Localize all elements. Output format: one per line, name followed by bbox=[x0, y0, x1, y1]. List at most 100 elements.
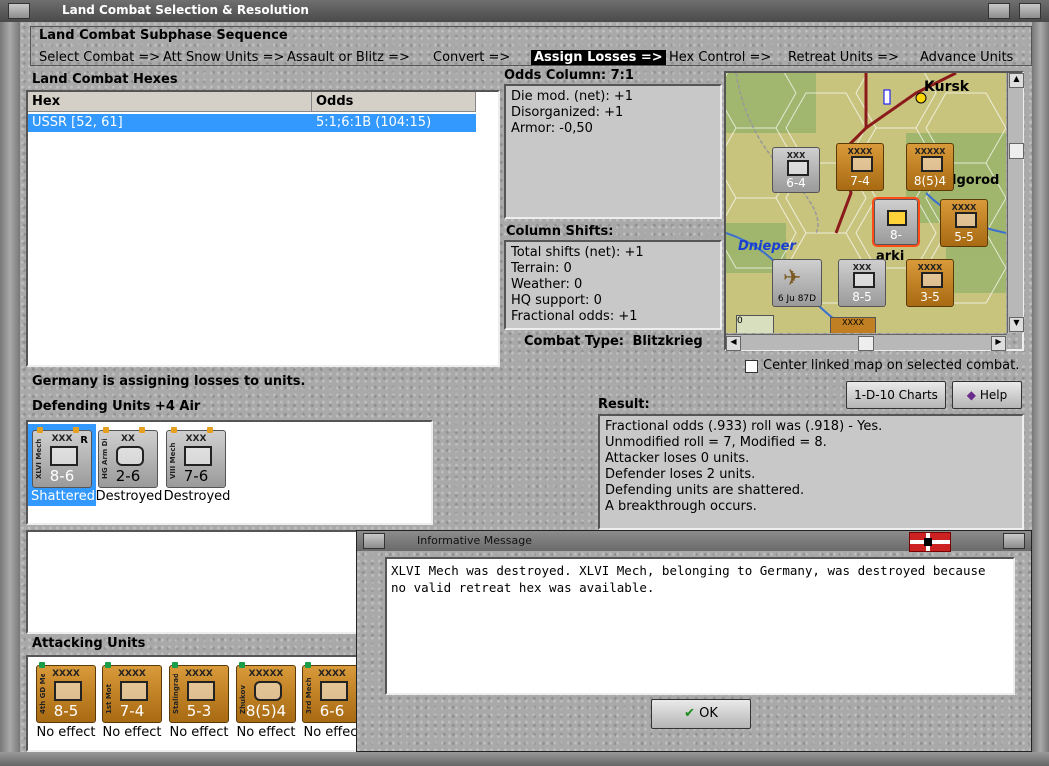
close-icon[interactable] bbox=[1019, 3, 1041, 19]
map-counter[interactable]: XXX 8-5 bbox=[838, 259, 886, 307]
step-retreat-units[interactable]: Retreat Units => bbox=[788, 50, 899, 65]
defending-heading: Defending Units +4 Air bbox=[32, 399, 201, 414]
scroll-thumb[interactable] bbox=[858, 336, 874, 351]
odds-lines: Die mod. (net): +1 Disorganized: +1 Armo… bbox=[511, 89, 633, 137]
mech-symbol-icon bbox=[50, 446, 78, 466]
combat-type: Combat Type: Blitzkrieg bbox=[524, 334, 703, 349]
map-counter[interactable]: XXX 6-4 bbox=[772, 147, 820, 193]
mech-symbol-icon bbox=[851, 156, 873, 172]
map-counter-selected[interactable]: 8- bbox=[872, 197, 920, 247]
hex-cell: USSR [52, 61] bbox=[32, 115, 123, 130]
shift-line: Terrain: 0 bbox=[511, 261, 572, 276]
hexes-list[interactable]: Hex Odds USSR [52, 61] 5:1;6:1B (104:15) bbox=[26, 90, 500, 367]
help-book-icon: ◆ bbox=[966, 388, 977, 402]
map-vertical-scrollbar[interactable]: ▲ ▼ bbox=[1007, 73, 1024, 333]
bottom-frame bbox=[0, 752, 1049, 766]
shift-lines: Total shifts (net): +1 Terrain: 0 Weathe… bbox=[511, 245, 644, 325]
step-hex-control[interactable]: Hex Control => bbox=[669, 50, 771, 65]
map-stack-corner[interactable]: XXXX bbox=[830, 317, 876, 333]
column-header-odds[interactable]: Odds bbox=[312, 92, 476, 112]
shift-line: Total shifts (net): +1 bbox=[511, 245, 644, 260]
window-titlebar[interactable]: Land Combat Selection & Resolution bbox=[0, 0, 1049, 23]
attacking-units-panel[interactable]: XXXX 4th GD Mech 8-5 No effect XXXX 1st … bbox=[26, 655, 360, 752]
shift-line: Weather: 0 bbox=[511, 277, 583, 292]
scroll-left-icon[interactable]: ◀ bbox=[726, 336, 741, 351]
infantry-symbol-icon bbox=[787, 160, 809, 176]
map-label-dnieper: Dnieper bbox=[738, 239, 796, 254]
dialog-close-icon[interactable] bbox=[1003, 533, 1025, 549]
odds-cell: 5:1;6:1B (104:15) bbox=[316, 115, 432, 130]
subphase-steps: Select Combat => Att Snow Units => Assau… bbox=[39, 50, 1029, 66]
shift-line: Fractional odds: +1 bbox=[511, 309, 638, 324]
scroll-down-icon[interactable]: ▼ bbox=[1009, 317, 1024, 332]
center-map-label: Center linked map on selected combat. bbox=[763, 358, 1020, 373]
shift-line: HQ support: 0 bbox=[511, 293, 602, 308]
column-header-hex[interactable]: Hex bbox=[28, 92, 312, 112]
defending-units-panel[interactable]: XXX R XLVI Mech 8-6 Shattered XX HG Arm … bbox=[26, 420, 433, 525]
armor-symbol-icon bbox=[116, 446, 144, 466]
map-counter[interactable]: XXXXX 8(5)4 bbox=[906, 143, 954, 191]
system-menu-button[interactable] bbox=[8, 3, 30, 19]
window-title: Land Combat Selection & Resolution bbox=[62, 3, 309, 17]
table-row[interactable]: USSR [52, 61] 5:1;6:1B (104:15) bbox=[28, 114, 476, 132]
step-assault-blitz[interactable]: Assault or Blitz => bbox=[287, 50, 410, 65]
step-att-snow[interactable]: Att Snow Units => bbox=[163, 50, 284, 65]
flag-icon bbox=[909, 532, 951, 552]
scroll-thumb[interactable] bbox=[1009, 143, 1024, 159]
attacker-unit[interactable]: XXXX 3rd Mech 6-6 bbox=[302, 662, 358, 723]
defender-unit[interactable]: XXX R XLVI Mech 8-6 bbox=[32, 427, 92, 488]
map-counter[interactable]: XXXX 5-5 bbox=[940, 199, 988, 247]
result-line: Unmodified roll = 7, Modified = 8. bbox=[605, 435, 827, 450]
linked-map[interactable]: Kursk lgorod Dnieper arki XXX 6-4 XXXX 7… bbox=[724, 71, 1024, 351]
result-lines: Fractional odds (.933) roll was (.918) -… bbox=[605, 419, 882, 515]
minimize-button[interactable] bbox=[988, 3, 1010, 19]
mech-symbol-icon bbox=[320, 681, 348, 701]
message-textbox[interactable]: XLVI Mech was destroyed. XLVI Mech, belo… bbox=[385, 557, 1015, 695]
map-horizontal-scrollbar[interactable]: ◀ ▶ bbox=[726, 334, 1007, 351]
map-view[interactable]: Kursk lgorod Dnieper arki XXX 6-4 XXXX 7… bbox=[726, 73, 1006, 333]
map-counter[interactable]: XXXX 3-5 bbox=[906, 259, 954, 307]
defender-result: Destroyed bbox=[163, 489, 231, 504]
dialog-title: Informative Message bbox=[417, 534, 532, 547]
defender-unit[interactable]: XX HG Arm Div 2-6 bbox=[98, 427, 158, 488]
step-advance-units[interactable]: Advance Units bbox=[920, 50, 1013, 65]
odds-line: Disorganized: +1 bbox=[511, 105, 624, 120]
defender-result: Shattered bbox=[31, 489, 95, 504]
result-line: Defending units are shattered. bbox=[605, 483, 805, 498]
informative-message-dialog[interactable]: Informative Message XLVI Mech was destro… bbox=[356, 530, 1032, 752]
step-select-combat[interactable]: Select Combat => bbox=[39, 50, 160, 65]
mech-symbol-icon bbox=[955, 212, 977, 228]
map-counter-air[interactable]: ✈ 6 Ju 87D bbox=[772, 259, 822, 307]
attacker-unit[interactable]: XXXX Stalingrad 5-3 bbox=[169, 662, 229, 723]
checkmark-icon: ✔ bbox=[684, 706, 695, 721]
status-text: Germany is assigning losses to units. bbox=[32, 374, 306, 389]
ok-button[interactable]: ✔ OK bbox=[651, 699, 751, 729]
step-assign-losses[interactable]: Assign Losses => bbox=[531, 50, 666, 65]
attacker-unit[interactable]: XXXXX Zhukov 8(5)4 bbox=[236, 662, 296, 723]
explosion-icon bbox=[887, 210, 907, 226]
help-button[interactable]: ◆ Help bbox=[952, 381, 1022, 409]
scroll-up-icon[interactable]: ▲ bbox=[1009, 73, 1024, 88]
attacker-unit[interactable]: XXXX 1st Mot 7-4 bbox=[102, 662, 162, 723]
left-frame bbox=[0, 22, 20, 766]
charts-button[interactable]: 1-D-10 Charts bbox=[846, 381, 946, 409]
odds-panel: Die mod. (net): +1 Disorganized: +1 Armo… bbox=[504, 84, 722, 219]
map-label-kursk: Kursk bbox=[924, 79, 970, 95]
mech-symbol-icon bbox=[54, 681, 82, 701]
subphase-heading: Land Combat Subphase Sequence bbox=[39, 28, 288, 43]
subphase-group: Land Combat Subphase Sequence Select Com… bbox=[30, 26, 1032, 66]
combat-type-value: Blitzkrieg bbox=[632, 334, 703, 349]
dialog-titlebar[interactable]: Informative Message bbox=[357, 531, 1031, 552]
center-map-checkbox[interactable] bbox=[745, 360, 758, 373]
dialog-menu-button[interactable] bbox=[363, 533, 385, 549]
map-counter[interactable]: XXXX 7-4 bbox=[836, 143, 884, 191]
odds-line: Die mod. (net): +1 bbox=[511, 89, 634, 104]
map-stack-corner[interactable]: 0 bbox=[736, 315, 774, 333]
attacker-result: No effect bbox=[36, 725, 96, 740]
attacker-unit[interactable]: XXXX 4th GD Mech 8-5 bbox=[36, 662, 96, 723]
armor-symbol-icon bbox=[853, 272, 875, 288]
scroll-right-icon[interactable]: ▶ bbox=[991, 336, 1006, 351]
step-convert[interactable]: Convert => bbox=[433, 50, 510, 65]
odds-heading: Odds Column: 7:1 bbox=[504, 68, 634, 83]
defender-unit[interactable]: XXX VIII Mech 7-6 bbox=[166, 427, 226, 488]
